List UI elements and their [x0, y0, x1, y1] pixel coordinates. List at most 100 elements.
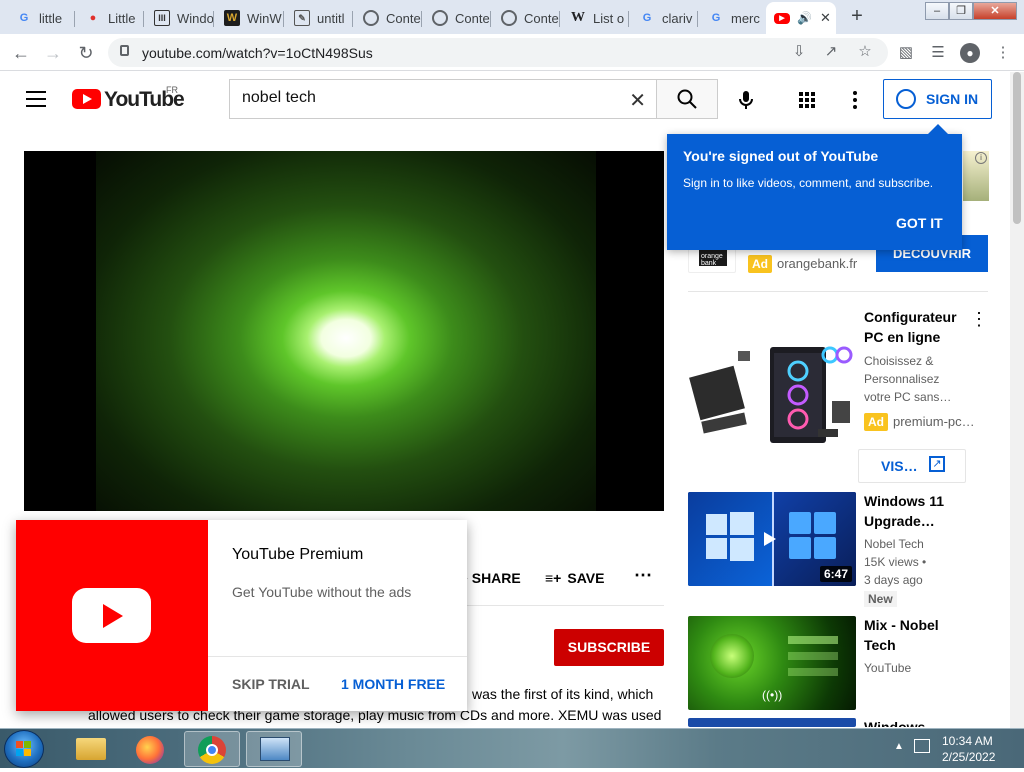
ad-thumbnail[interactable] — [688, 309, 856, 475]
library-icon: III — [154, 10, 170, 26]
premium-subtitle: Get YouTube without the ads — [232, 584, 412, 600]
url-text[interactable]: youtube.com/watch?v=1oCtN498Sus — [142, 45, 373, 61]
account-circle-icon — [896, 89, 916, 109]
notebook-icon: ✎ — [294, 10, 310, 26]
clock-date[interactable]: 2/25/2022 — [942, 750, 995, 764]
browser-tab[interactable]: G little — [8, 4, 75, 32]
ad-domain[interactable]: Ad orangebank.fr — [748, 255, 857, 273]
minimize-button[interactable]: – — [925, 2, 949, 20]
ad-more-icon[interactable]: ⋮ — [970, 309, 988, 330]
search-box[interactable]: ✕ — [229, 79, 656, 119]
google-icon: G — [711, 12, 721, 24]
browser-tab[interactable]: W WinW — [216, 4, 284, 32]
profile-avatar-icon[interactable]: ● — [960, 43, 980, 63]
youtube-logo-icon[interactable] — [72, 89, 101, 109]
network-icon[interactable] — [914, 739, 930, 753]
remote-desktop-taskbar-button[interactable] — [246, 731, 302, 767]
microphone-icon[interactable] — [734, 88, 758, 112]
browser-tab[interactable]: G clariv — [631, 4, 698, 32]
page-scrollbar[interactable] — [1010, 72, 1024, 728]
signed-out-tooltip: You're signed out of YouTube Sign in to … — [667, 124, 962, 250]
external-link-icon: ↗ — [929, 456, 945, 472]
browser-tab-strip: G little ● Little III Windo W WinW ✎ unt… — [0, 0, 1024, 34]
back-arrow-icon[interactable]: ← — [8, 40, 34, 66]
tab-label: Conte — [455, 10, 490, 26]
install-app-icon[interactable]: ⇩ — [790, 43, 808, 61]
apps-grid-icon[interactable] — [795, 88, 819, 112]
reload-icon[interactable]: ↻ — [73, 40, 99, 66]
youtube-icon: ▶ — [774, 12, 790, 24]
tab-label: List o — [593, 10, 625, 26]
new-tab-button[interactable]: + — [846, 6, 868, 28]
firefox-taskbar-button[interactable] — [122, 731, 178, 767]
premium-banner — [16, 520, 208, 711]
firefox-icon — [136, 736, 164, 764]
video-frame — [96, 151, 596, 511]
chrome-icon — [198, 736, 226, 764]
save-button[interactable]: ≡+ SAVE — [545, 570, 604, 586]
browser-tab[interactable]: Conte — [355, 4, 422, 32]
ad-description: Choisissez & Personnalisez votre PC sans… — [864, 354, 952, 404]
browser-menu-icon[interactable]: ⋮ — [994, 44, 1012, 62]
share-label: SHARE — [471, 570, 521, 586]
forward-arrow-icon[interactable]: → — [40, 40, 66, 66]
chrome-taskbar-button[interactable] — [184, 731, 240, 767]
tooltip-body: Sign in to like videos, comment, and sub… — [683, 176, 934, 190]
got-it-button[interactable]: GOT IT — [896, 215, 943, 231]
browser-tab-active[interactable]: ▶ 🔊 ✕ — [766, 2, 836, 34]
browser-tab[interactable]: Conte — [424, 4, 491, 32]
media-control-icon[interactable]: ☰ — [929, 44, 947, 62]
share-page-icon[interactable]: ↗ — [822, 43, 840, 61]
globe-icon — [501, 10, 517, 26]
browser-tab[interactable]: Conte — [493, 4, 560, 32]
search-button[interactable] — [656, 79, 718, 119]
ad-title[interactable]: Configurateur PC en ligne — [864, 307, 957, 347]
bookmark-star-icon[interactable]: ☆ — [856, 43, 874, 61]
video-title[interactable]: Windows — [864, 717, 925, 727]
explorer-taskbar-button[interactable] — [62, 731, 118, 767]
ad-domain[interactable]: Ad premium-pc… — [864, 413, 975, 431]
browser-tab[interactable]: ● Little — [77, 4, 144, 32]
hamburger-menu-icon[interactable] — [26, 91, 46, 107]
show-hidden-icons-icon[interactable]: ▲ — [894, 741, 904, 752]
video-duration: 6:47 — [819, 566, 852, 582]
save-label: SAVE — [567, 570, 605, 586]
flame-icon: ● — [89, 12, 97, 24]
scrollbar-thumb[interactable] — [1013, 72, 1021, 224]
mix-thumbnail[interactable]: ((•)) — [688, 616, 856, 710]
google-icon: G — [19, 12, 29, 24]
browser-tab[interactable]: G merc — [700, 4, 766, 32]
video-player[interactable] — [24, 151, 664, 511]
one-month-free-button[interactable]: 1 MONTH FREE — [341, 676, 445, 692]
video-thumbnail[interactable]: 6:47 — [688, 492, 856, 586]
premium-title: YouTube Premium — [232, 546, 364, 563]
clock-time[interactable]: 10:34 AM — [942, 734, 993, 748]
settings-more-icon[interactable] — [843, 88, 867, 112]
close-tab-icon[interactable]: ✕ — [820, 10, 831, 26]
more-actions-icon[interactable]: ⋯ — [634, 565, 652, 586]
mix-radio-icon: ((•)) — [762, 688, 783, 702]
visit-site-button[interactable]: VIS… ↗ — [858, 449, 966, 483]
sign-in-label: SIGN IN — [926, 91, 979, 107]
browser-tab[interactable]: ✎ untitl — [286, 4, 353, 32]
search-input[interactable] — [242, 89, 612, 107]
skip-trial-button[interactable]: SKIP TRIAL — [232, 676, 310, 692]
start-button[interactable] — [4, 730, 44, 768]
subscribe-button[interactable]: SUBSCRIBE — [554, 629, 664, 666]
address-bar[interactable]: youtube.com/watch?v=1oCtN498Sus ⇩ ↗ ☆ — [108, 38, 888, 67]
restore-button[interactable]: ❐ — [949, 2, 973, 20]
video-title[interactable]: Mix - Nobel Tech — [864, 615, 939, 655]
browser-tab[interactable]: W List o — [562, 4, 629, 32]
video-thumbnail[interactable] — [688, 718, 856, 727]
sign-in-button[interactable]: SIGN IN — [883, 79, 992, 119]
close-window-button[interactable]: ✕ — [973, 2, 1017, 20]
tooltip-title: You're signed out of YouTube — [683, 148, 879, 164]
ad-info-icon[interactable]: i — [975, 152, 987, 164]
video-title[interactable]: Windows 11 Upgrade… — [864, 491, 944, 531]
extensions-puzzle-icon[interactable]: ▧ — [897, 44, 915, 62]
divider — [208, 656, 467, 657]
clear-search-icon[interactable]: ✕ — [629, 88, 646, 113]
audio-playing-icon[interactable]: 🔊 — [797, 11, 812, 25]
lock-icon[interactable] — [120, 45, 129, 56]
browser-tab[interactable]: III Windo — [146, 4, 214, 32]
